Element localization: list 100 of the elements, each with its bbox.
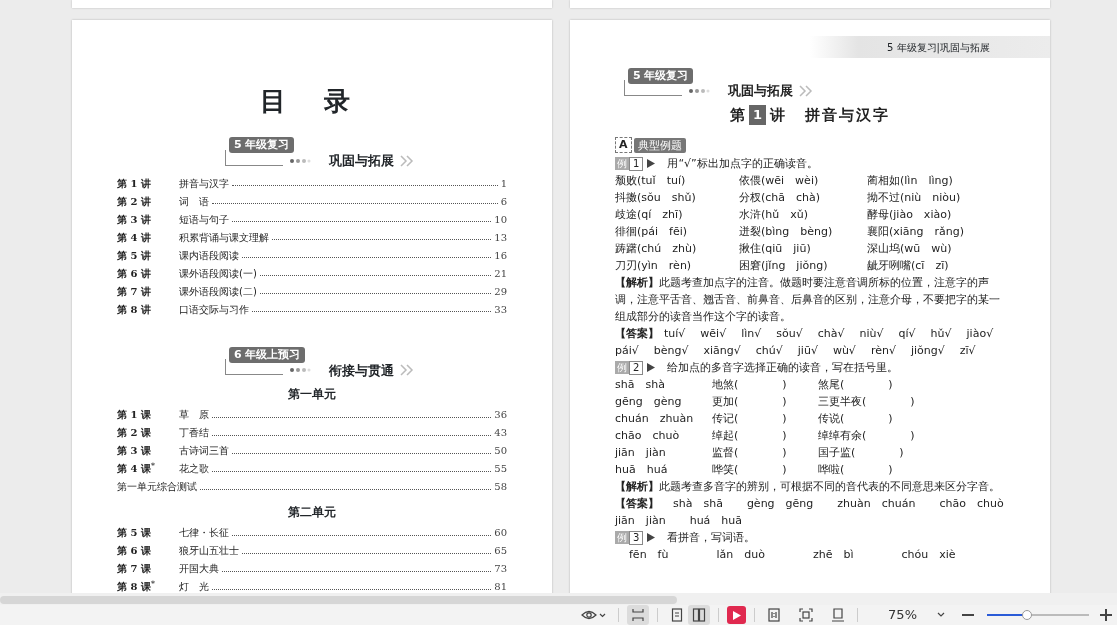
- page-number: 10: [494, 212, 507, 227]
- example-number: 3: [629, 530, 644, 545]
- fill-blank-item: 三更半夜( ): [818, 394, 916, 410]
- continuous-layout-button[interactable]: [626, 605, 649, 625]
- answer-item: pái√: [615, 343, 639, 359]
- page-number: 16: [494, 248, 507, 263]
- lesson-title: 词 语: [179, 194, 209, 209]
- triangle-icon: [647, 533, 656, 542]
- section-heading: 衔接与贯通: [329, 361, 394, 380]
- lesson-prefix: 第: [729, 106, 745, 124]
- zoom-value: 75%: [888, 606, 917, 625]
- answer-item: huá huā: [689, 513, 743, 529]
- fill-blank-item: 地煞( ): [712, 377, 788, 393]
- dots-icon: [688, 87, 710, 94]
- answer-item: qí√: [898, 326, 916, 342]
- lesson-number: 第 1 课: [117, 408, 152, 422]
- double-chevron-icon: [400, 154, 414, 167]
- page-number: 81: [494, 580, 507, 593]
- answer-item: gèng gēng: [746, 496, 814, 512]
- fit-width-icon: [767, 608, 782, 622]
- lesson-title: 七律・长征: [179, 526, 229, 540]
- triangle-icon: [647, 363, 656, 372]
- bracket-line: [624, 79, 682, 96]
- lesson-number: 第 2 课: [117, 426, 152, 440]
- lesson-number: 第 6 讲: [117, 266, 152, 281]
- lesson-title: 第一单元综合测试: [117, 480, 197, 494]
- lesson-number: 第 8 课$^{*}$: [117, 578, 156, 593]
- page-number: 1: [500, 176, 507, 191]
- lesson-number: 第 3 课: [117, 444, 152, 458]
- lesson-title: 口语交际与习作: [179, 302, 249, 317]
- choice-item: 酵母(jiào xiào): [867, 207, 953, 223]
- choice-item: 深山坞(wū wù): [867, 241, 953, 257]
- fill-blank-item: 监督( ): [712, 445, 788, 461]
- double-chevron-icon: [799, 84, 813, 97]
- pinyin-text: zhē bì: [812, 547, 854, 563]
- choice-item: 踌躇(chú zhù): [615, 241, 698, 257]
- fit-page-icon: [799, 608, 814, 622]
- lesson-number: 第 5 讲: [117, 248, 152, 263]
- lesson-number: 第 7 课: [117, 562, 152, 576]
- answer-item: jiǒng√: [910, 343, 945, 359]
- answer-item: wēi√: [700, 326, 727, 342]
- double-chevron-icon: [400, 364, 414, 377]
- continuous-layout-icon: [630, 608, 645, 622]
- question-text: 用“√”标出加点字的正确读音。: [667, 156, 818, 172]
- lesson-title: 课外语段阅读(二): [179, 284, 257, 299]
- page-number: 55: [494, 462, 507, 476]
- answer-label: 【答案】: [615, 326, 659, 342]
- page-number: 43: [494, 426, 507, 440]
- choice-item: 徘徊(pái fēi): [615, 224, 689, 240]
- page-number: 13: [494, 230, 507, 245]
- bracket-line: [225, 149, 283, 166]
- section-heading: 巩固与拓展: [728, 82, 793, 99]
- zoom-in-icon: [1099, 608, 1114, 622]
- lesson-title: 草 原: [179, 408, 209, 422]
- lesson-title: 拼音与汉字: [179, 176, 229, 191]
- analysis-text: 【解析】此题考查多音字的辨别，可根据不同的音代表的不同意思来区分字音。: [615, 479, 1001, 495]
- pinyin-text: lǎn duò: [716, 547, 765, 563]
- fill-blank-item: 哗啦( ): [818, 462, 894, 478]
- example-number: 1: [629, 156, 644, 171]
- answer-item: chà√: [817, 326, 845, 342]
- play-button[interactable]: [726, 606, 747, 624]
- pinyin-text: shā shà: [615, 377, 666, 393]
- bracket-line: [225, 359, 283, 376]
- pinyin-text: huā huá: [615, 462, 669, 478]
- fill-blank-item: 传记( ): [712, 411, 788, 427]
- example-tag: 例: [615, 157, 629, 170]
- answer-item: shà shā: [673, 496, 723, 512]
- double-layout-icon: [691, 608, 706, 622]
- pinyin-text: jiān jiàn: [615, 445, 667, 461]
- answer-item: bèng√: [653, 343, 689, 359]
- lesson-number: 第 3 讲: [117, 212, 152, 227]
- answer-item: sǒu√: [776, 326, 803, 342]
- answer-item: chú√: [755, 343, 783, 359]
- choice-item: 抖擞(sǒu shǔ): [615, 190, 697, 206]
- answer-item: jiū√: [797, 343, 818, 359]
- unit-heading: 第一单元: [287, 386, 337, 403]
- fill-blank-item: 煞尾( ): [818, 377, 894, 393]
- double-layout-button[interactable]: [687, 605, 710, 625]
- screen-icon: [831, 608, 846, 622]
- analysis-text: 【解析】此题考查加点字的注音。做题时要注意音调所标的位置，注意字的声调，注意平舌音、翘舌音、前鼻音、后鼻音的区别，注意介母，不要把字的某一组成部分的读音当作这个字的读音。: [615, 275, 1001, 325]
- lesson-title: 课外语段阅读(一): [179, 266, 257, 281]
- section-heading: 巩固与拓展: [329, 152, 394, 170]
- pinyin-text: chāo chuò: [615, 428, 681, 444]
- answer-item: tuí√: [664, 326, 686, 342]
- page-number: 33: [494, 302, 507, 317]
- answer-item: zhuàn chuán: [837, 496, 916, 512]
- lesson-title: 狼牙山五壮士: [179, 544, 239, 558]
- page-number: 58: [494, 480, 507, 494]
- fill-blank-item: 哗笑( ): [712, 462, 788, 478]
- lesson-number: 第 1 讲: [117, 176, 152, 191]
- answer-item: jiào√: [966, 326, 994, 342]
- answer-item: jiān jiàn: [615, 513, 666, 529]
- page-title: 目 录: [259, 85, 365, 118]
- lesson-number: 第 8 讲: [117, 302, 152, 317]
- unit-heading: 第二单元: [287, 504, 337, 521]
- lesson-title: 丁香结: [179, 426, 209, 440]
- choice-item: 揪住(qiū jiū): [739, 241, 812, 257]
- scrollbar-thumb[interactable]: [0, 596, 677, 604]
- pinyin-text: fēn fù: [629, 547, 669, 563]
- example-tag: 例: [615, 361, 629, 374]
